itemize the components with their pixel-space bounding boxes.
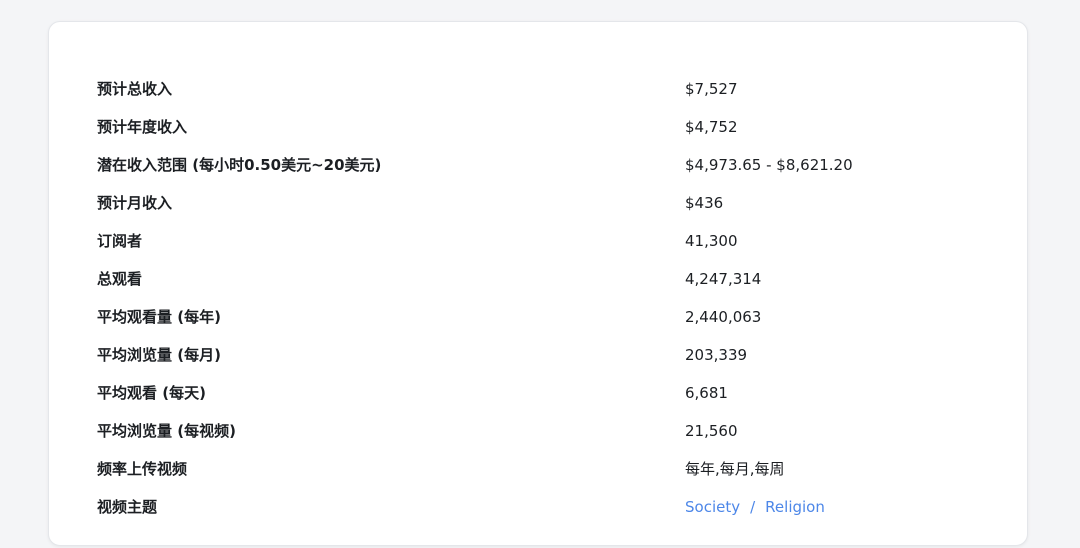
- stat-label: 预计月收入: [97, 194, 173, 212]
- stat-value: 203,339: [685, 346, 748, 364]
- stat-row-avg-views-monthly: 平均浏览量 (每月) 203,339: [97, 336, 997, 374]
- stat-value: $4,973.65 - $8,621.20: [685, 156, 853, 174]
- topic-link-religion[interactable]: Religion: [765, 498, 825, 516]
- stat-label: 总观看: [97, 270, 143, 288]
- stat-value: 41,300: [685, 232, 738, 250]
- stat-value: 每年,每月,每周: [685, 460, 785, 478]
- stat-value: 2,440,063: [685, 308, 762, 326]
- stat-value: $436: [685, 194, 724, 212]
- stat-value: $7,527: [685, 80, 738, 98]
- stat-value: 4,247,314: [685, 270, 762, 288]
- stat-row-estimated-monthly-revenue: 预计月收入 $436: [97, 184, 997, 222]
- stat-value: 21,560: [685, 422, 738, 440]
- page: 预计总收入 $7,527 预计年度收入 $4,752 潜在收入范围 (每小时0.…: [0, 0, 1080, 548]
- stat-row-avg-views-yearly: 平均观看量 (每年) 2,440,063: [97, 298, 997, 336]
- stats-list: 预计总收入 $7,527 预计年度收入 $4,752 潜在收入范围 (每小时0.…: [97, 70, 997, 526]
- stat-label: 平均浏览量 (每月): [97, 346, 221, 364]
- stat-label: 频率上传视频: [97, 460, 188, 478]
- stat-label: 平均观看 (每天): [97, 384, 206, 402]
- topic-links: Society / Religion: [685, 488, 825, 526]
- stat-row-estimated-annual-revenue: 预计年度收入 $4,752: [97, 108, 997, 146]
- topic-separator: /: [750, 498, 756, 516]
- topic-link-society[interactable]: Society: [685, 498, 740, 516]
- stat-row-subscribers: 订阅者 41,300: [97, 222, 997, 260]
- stat-label: 预计总收入: [97, 80, 173, 98]
- stat-row-upload-frequency: 频率上传视频 每年,每月,每周: [97, 450, 997, 488]
- stat-value: $4,752: [685, 118, 738, 136]
- stat-label: 潜在收入范围 (每小时0.50美元~20美元): [97, 156, 382, 174]
- stat-label: 预计年度收入: [97, 118, 188, 136]
- stat-row-video-topics: 视频主题 Society / Religion: [97, 488, 997, 526]
- stat-row-estimated-total-revenue: 预计总收入 $7,527: [97, 70, 997, 108]
- channel-stats-card: 预计总收入 $7,527 预计年度收入 $4,752 潜在收入范围 (每小时0.…: [48, 21, 1028, 546]
- stat-row-avg-views-per-video: 平均浏览量 (每视频) 21,560: [97, 412, 997, 450]
- stat-label: 平均浏览量 (每视频): [97, 422, 236, 440]
- stat-row-potential-revenue-range: 潜在收入范围 (每小时0.50美元~20美元) $4,973.65 - $8,6…: [97, 146, 997, 184]
- stat-value: 6,681: [685, 384, 728, 402]
- stat-row-avg-views-daily: 平均观看 (每天) 6,681: [97, 374, 997, 412]
- stat-label: 视频主题: [97, 498, 158, 516]
- stat-label: 平均观看量 (每年): [97, 308, 221, 326]
- stat-label: 订阅者: [97, 232, 143, 250]
- stat-row-total-views: 总观看 4,247,314: [97, 260, 997, 298]
